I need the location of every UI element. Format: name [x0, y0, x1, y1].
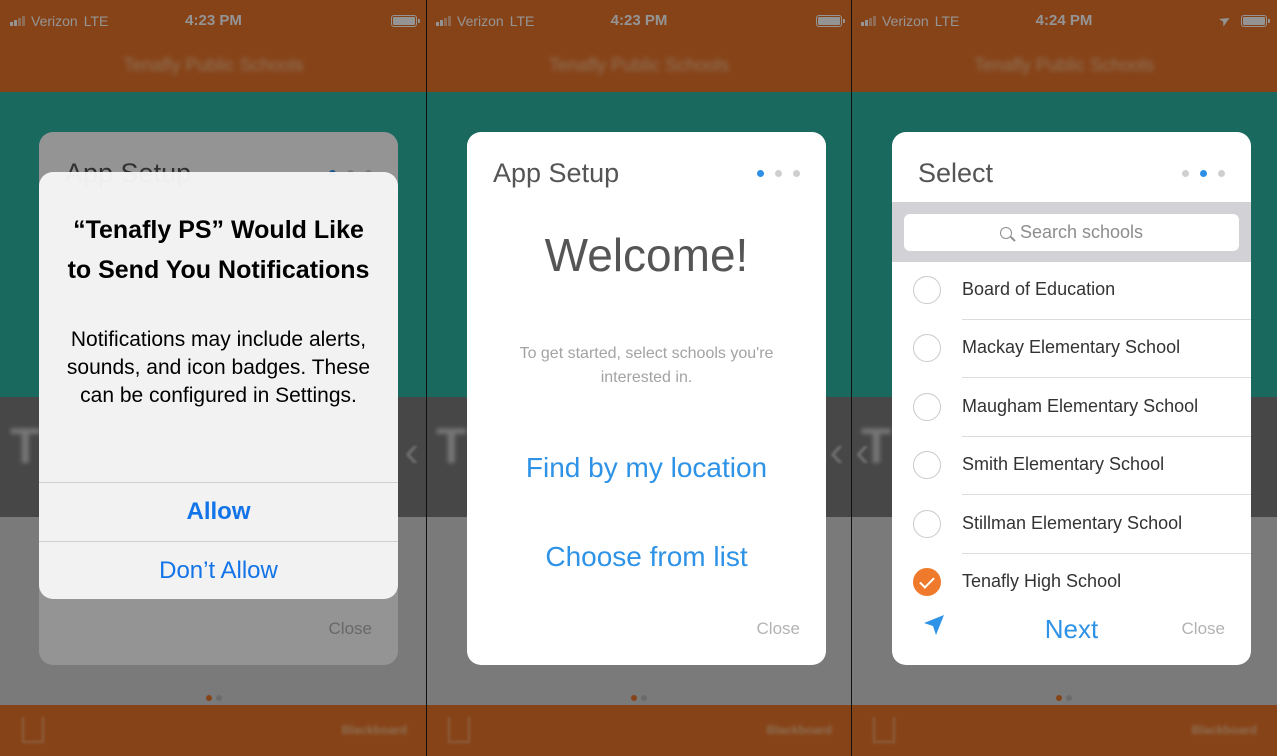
school-name: Stillman Elementary School [962, 512, 1183, 533]
school-row[interactable]: Mackay Elementary School [892, 320, 1251, 379]
school-row[interactable]: Board of Education [892, 262, 1251, 320]
radio-icon[interactable] [913, 451, 941, 480]
alert-message: Notifications may include alerts, sounds… [66, 328, 371, 407]
search-input[interactable]: Search schools [904, 214, 1239, 251]
search-placeholder: Search schools [1019, 222, 1144, 242]
divider [851, 0, 852, 756]
screen-app-setup: Verizon LTE 4:23 PM Tenafly Public Schoo… [426, 0, 852, 756]
school-name: Board of Education [962, 279, 1116, 299]
search-bar: Search schools [892, 202, 1251, 262]
radio-icon[interactable] [913, 509, 941, 538]
allow-button[interactable]: Allow [39, 482, 398, 540]
card-title: Select [918, 158, 994, 188]
radio-icon[interactable] [913, 334, 941, 363]
school-name: Smith Elementary School [962, 454, 1165, 475]
school-name: Mackay Elementary School [962, 337, 1181, 358]
radio-icon[interactable] [913, 392, 941, 421]
welcome-heading: Welcome! [544, 229, 749, 281]
checked-radio-icon[interactable] [913, 568, 941, 596]
radio-icon[interactable] [913, 276, 941, 304]
setup-card: App Setup Welcome! To get started, selec… [467, 132, 826, 665]
school-row[interactable]: Maugham Elementary School [892, 379, 1251, 437]
close-button[interactable]: Close [757, 619, 800, 639]
search-icon [999, 227, 1012, 239]
school-row[interactable]: Stillman Elementary School [892, 496, 1251, 554]
card-title: App Setup [493, 158, 620, 188]
school-row[interactable]: Smith Elementary School [892, 437, 1251, 496]
find-by-location-button[interactable]: Find by my location [467, 452, 826, 484]
school-row[interactable]: Tenafly High School [892, 554, 1251, 612]
notification-permission-alert: “Tenafly PS” Would Like to Send You Noti… [39, 172, 398, 599]
select-card: Select Search schools Board of Education… [892, 132, 1251, 665]
choose-from-list-button[interactable]: Choose from list [467, 541, 826, 573]
step-dots [1182, 170, 1225, 177]
alert-title: “Tenafly PS” Would Like to Send You Noti… [67, 216, 370, 284]
school-name: Tenafly High School [962, 571, 1122, 591]
step-dots [757, 170, 800, 177]
dont-allow-button[interactable]: Don’t Allow [39, 541, 398, 599]
divider [426, 0, 427, 756]
school-name: Maugham Elementary School [962, 395, 1199, 416]
intro-text: To get started, select schools you're in… [519, 345, 774, 386]
screen-notification-permission: Verizon LTE 4:23 PM Tenafly Public Schoo… [0, 0, 427, 756]
close-button[interactable]: Close [1182, 619, 1225, 639]
screen-select-schools: Verizon LTE 4:24 PM ➤ Tenafly Public Sch… [851, 0, 1277, 756]
